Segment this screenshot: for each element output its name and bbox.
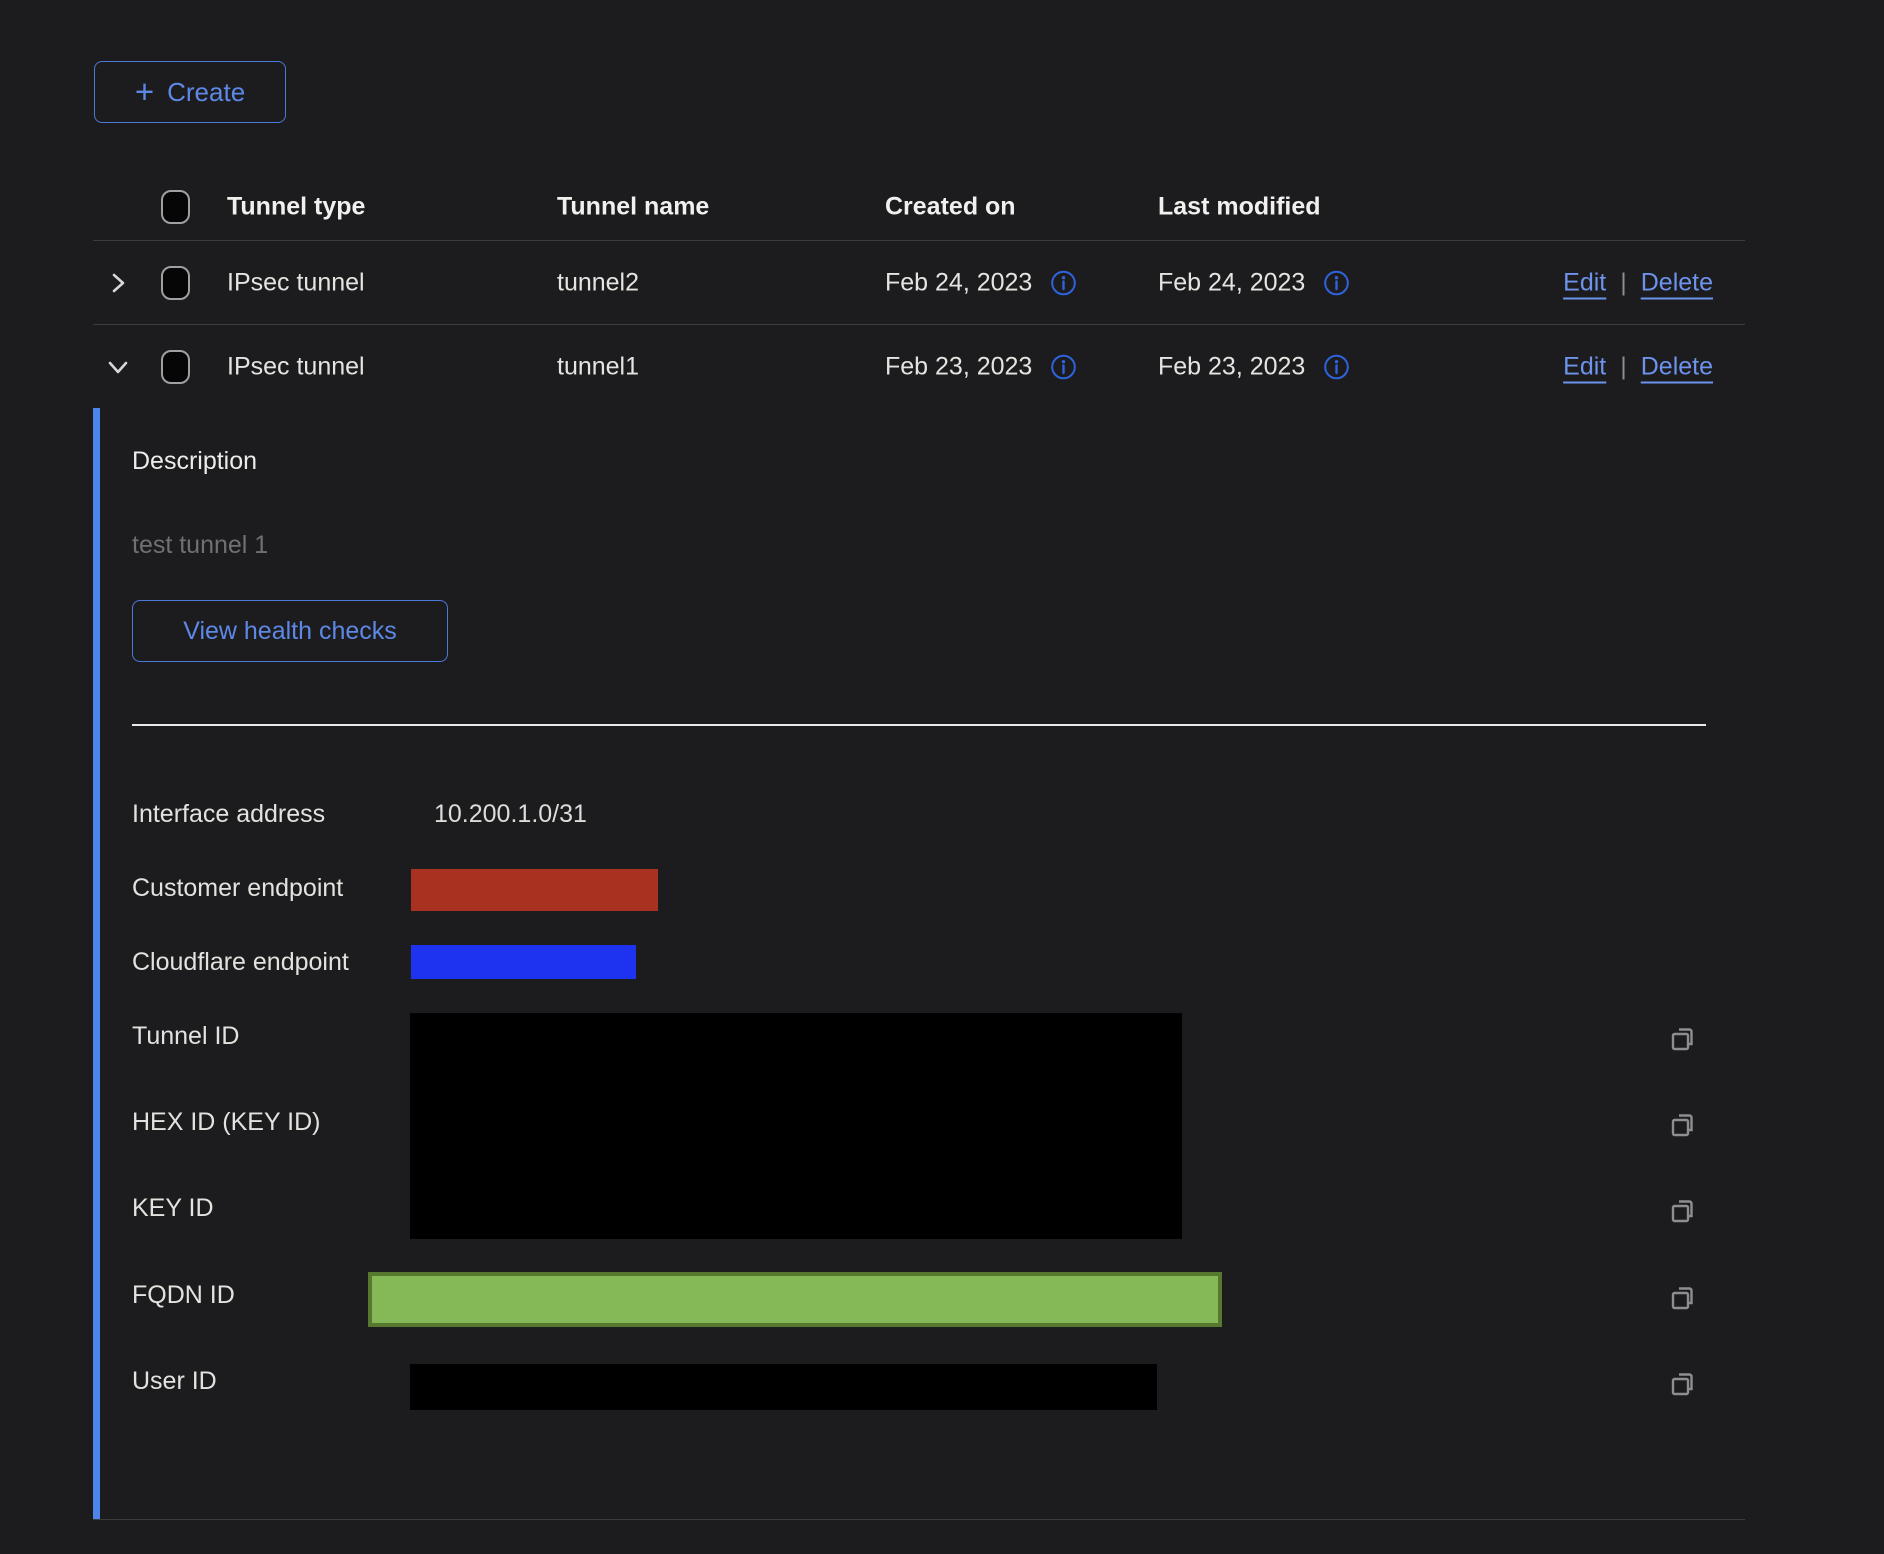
copy-icon[interactable] (1668, 1195, 1698, 1225)
ids-redaction-block (410, 1013, 1182, 1239)
row-checkbox[interactable] (161, 350, 190, 384)
plus-icon: + (135, 75, 154, 108)
info-icon[interactable] (1323, 353, 1350, 380)
view-health-checks-button[interactable]: View health checks (132, 600, 448, 662)
tunnel-name-cell: tunnel1 (557, 352, 639, 381)
description-label: Description (132, 447, 257, 476)
copy-icon[interactable] (1668, 1023, 1698, 1053)
column-header-last-modified: Last modified (1158, 193, 1321, 222)
customer-endpoint-redaction (411, 869, 658, 911)
last-modified-cell: Feb 24, 2023 (1158, 268, 1305, 297)
field-label-user-id: User ID (132, 1367, 217, 1396)
info-icon[interactable] (1050, 353, 1077, 380)
column-header-tunnel-name: Tunnel name (557, 193, 709, 222)
field-label-hex-id: HEX ID (KEY ID) (132, 1108, 320, 1137)
edit-link[interactable]: Edit (1563, 352, 1606, 381)
field-label-customer-endpoint: Customer endpoint (132, 874, 343, 903)
user-id-redaction (410, 1364, 1157, 1410)
copy-icon[interactable] (1668, 1282, 1698, 1312)
field-label-tunnel-id: Tunnel ID (132, 1022, 239, 1051)
row-checkbox[interactable] (161, 266, 190, 300)
delete-link[interactable]: Delete (1641, 352, 1713, 381)
copy-icon[interactable] (1668, 1368, 1698, 1398)
table-bottom-divider (93, 1519, 1745, 1520)
interface-address-value: 10.200.1.0/31 (434, 800, 587, 829)
tunnels-page: + Create Tunnel type Tunnel name Created… (0, 0, 1884, 1554)
info-icon[interactable] (1050, 269, 1077, 296)
created-on-cell: Feb 24, 2023 (885, 268, 1032, 297)
action-separator: | (1620, 268, 1627, 297)
field-label-key-id: KEY ID (132, 1194, 214, 1223)
fqdn-id-redaction (368, 1272, 1222, 1327)
copy-icon[interactable] (1668, 1109, 1698, 1139)
tunnel-name-cell: tunnel2 (557, 268, 639, 297)
field-label-cloudflare-endpoint: Cloudflare endpoint (132, 948, 349, 977)
action-separator: | (1620, 352, 1627, 381)
tunnel-type-cell: IPsec tunnel (227, 268, 365, 297)
create-button[interactable]: + Create (94, 61, 286, 123)
collapse-chevron-down-icon[interactable] (104, 353, 132, 381)
table-header-row: Tunnel type Tunnel name Created on Last … (0, 174, 1884, 240)
created-on-cell: Feb 23, 2023 (885, 352, 1032, 381)
column-header-created-on: Created on (885, 193, 1016, 222)
info-icon[interactable] (1323, 269, 1350, 296)
field-label-fqdn-id: FQDN ID (132, 1281, 235, 1310)
cloudflare-endpoint-redaction (411, 945, 636, 979)
last-modified-cell: Feb 23, 2023 (1158, 352, 1305, 381)
create-button-label: Create (167, 77, 245, 108)
table-row: IPsec tunnel tunnel2 Feb 24, 2023 Feb 24… (0, 241, 1884, 324)
table-row: IPsec tunnel tunnel1 Feb 23, 2023 Feb 23… (0, 325, 1884, 408)
edit-link[interactable]: Edit (1563, 268, 1606, 297)
tunnel-type-cell: IPsec tunnel (227, 352, 365, 381)
field-label-interface-address: Interface address (132, 800, 325, 829)
description-value: test tunnel 1 (132, 531, 268, 560)
expanded-row-accent-bar (93, 408, 100, 1519)
delete-link[interactable]: Delete (1641, 268, 1713, 297)
select-all-checkbox[interactable] (161, 190, 190, 224)
panel-divider (132, 724, 1706, 726)
column-header-tunnel-type: Tunnel type (227, 193, 365, 222)
expand-chevron-right-icon[interactable] (104, 269, 132, 297)
